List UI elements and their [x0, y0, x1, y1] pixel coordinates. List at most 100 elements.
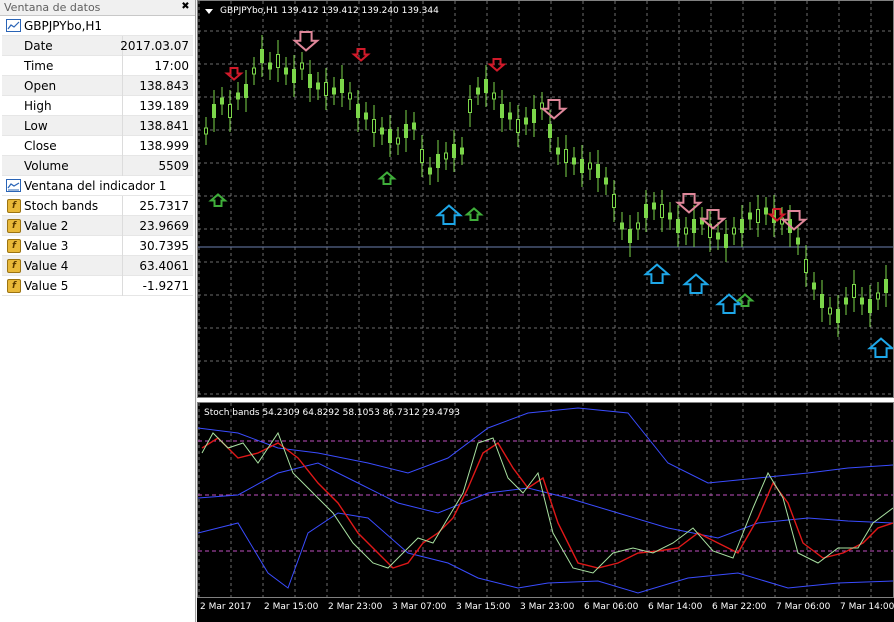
- candle-body: [628, 229, 632, 243]
- sell-arrow-icon: [699, 209, 727, 230]
- function-icon: f: [7, 239, 21, 253]
- candle-body: [412, 122, 416, 130]
- candle-body: [588, 162, 592, 170]
- sell-arrow-icon: [540, 99, 568, 120]
- candle-body: [644, 204, 648, 218]
- candle-body: [332, 87, 336, 95]
- indicator-caption: Stoch bands 54.2309 64.8292 58.1053 86.7…: [204, 408, 460, 418]
- buy-arrow-icon: [682, 273, 710, 294]
- time-axis-label: 3 Mar 15:00: [456, 602, 511, 612]
- function-icon: f: [7, 219, 21, 233]
- data-row-volume: Volume 5509: [2, 156, 193, 176]
- candle-body: [380, 127, 384, 135]
- candle-body: [460, 147, 464, 155]
- candle-body: [684, 227, 688, 235]
- candle-body: [220, 97, 224, 105]
- column-divider: [122, 236, 123, 256]
- candle-body: [612, 194, 616, 208]
- data-row-value: 138.999: [139, 139, 189, 153]
- candle-body: [724, 234, 728, 248]
- middle-band-line: [198, 462, 893, 539]
- indicator-row-label: Value 3: [24, 239, 69, 253]
- indicator-header-row[interactable]: Ventana del indicador 1: [2, 176, 193, 196]
- time-axis-label: 3 Mar 23:00: [520, 602, 575, 612]
- data-window-titlebar: Ventana de datos ✖: [0, 0, 195, 16]
- candle-body: [244, 84, 248, 98]
- indicator-row-label: Stoch bands: [24, 199, 99, 213]
- candle-body: [756, 209, 760, 223]
- data-row-low: Low 138.841: [2, 116, 193, 136]
- time-axis-label: 6 Mar 06:00: [584, 602, 639, 612]
- candle-body: [252, 67, 256, 75]
- indicator-row-stoch-bands: f Stoch bands 25.7317: [2, 196, 193, 216]
- candle-body: [860, 297, 864, 305]
- candle-body: [836, 309, 840, 323]
- lower-band-line: [198, 512, 893, 594]
- candle-body: [364, 112, 368, 120]
- chart-menu-triangle-icon[interactable]: [205, 9, 213, 14]
- candle-body: [652, 202, 656, 210]
- column-divider: [122, 256, 123, 276]
- candle-body: [428, 167, 432, 175]
- chart-window: GBPJPYbo,H1 139.412 139.412 139.240 139.…: [197, 0, 894, 622]
- candle-body: [524, 117, 528, 125]
- candle-body: [316, 82, 320, 90]
- data-row-label: Close: [24, 139, 57, 153]
- candle-body: [492, 92, 496, 100]
- candle-body: [228, 104, 232, 118]
- indicator-row-value-5: f Value 5 -1.9271: [2, 276, 193, 296]
- candle-body: [300, 62, 304, 70]
- time-axis-label: 2 Mar 2017: [200, 602, 252, 612]
- candle-body: [764, 207, 768, 215]
- candle-body: [868, 299, 872, 313]
- indicator-header-label: Ventana del indicador 1: [24, 179, 167, 193]
- price-chart-pane[interactable]: GBPJPYbo,H1 139.412 139.412 139.240 139.…: [197, 0, 894, 398]
- indicator-row-value: 63.4061: [139, 259, 189, 273]
- column-divider: [122, 276, 123, 296]
- function-icon: f: [7, 259, 21, 273]
- candle-body: [676, 219, 680, 233]
- data-row-value: 138.843: [139, 79, 189, 93]
- buy-arrow-icon: [715, 293, 743, 314]
- candle-body: [548, 124, 552, 138]
- column-divider: [122, 156, 123, 176]
- candle-body: [748, 212, 752, 220]
- column-divider: [122, 136, 123, 156]
- candle-body: [452, 144, 456, 158]
- stoch-signal-line: [201, 431, 893, 574]
- indicator-pane[interactable]: Stoch bands 54.2309 64.8292 58.1053 86.7…: [197, 402, 894, 598]
- candle-body: [604, 177, 608, 185]
- candle-body: [324, 82, 328, 96]
- column-divider: [122, 216, 123, 236]
- candle-body: [500, 104, 504, 118]
- symbol-header-row[interactable]: GBPJPYbo,H1: [2, 16, 193, 36]
- candle-body: [804, 259, 808, 273]
- candle-body: [852, 284, 856, 298]
- data-row-label: Volume: [24, 159, 69, 173]
- candle-body: [884, 279, 888, 293]
- data-window-table: GBPJPYbo,H1 Date 2017.03.07 Time 17:00 O…: [2, 16, 193, 296]
- candle-body: [732, 227, 736, 235]
- candle-body: [508, 112, 512, 120]
- column-divider: [122, 76, 123, 96]
- buy-arrow-icon: [435, 204, 463, 225]
- candle-body: [356, 104, 360, 118]
- candle-body: [844, 297, 848, 305]
- candle-body: [388, 129, 392, 143]
- buy-arrow-icon: [464, 207, 484, 221]
- candle-body: [636, 222, 640, 230]
- data-window-title: Ventana de datos: [4, 1, 101, 14]
- column-divider: [122, 196, 123, 216]
- candle-body: [204, 127, 208, 135]
- candle-body: [532, 109, 536, 123]
- price-chart-caption: GBPJPYbo,H1 139.412 139.412 139.240 139.…: [220, 6, 439, 16]
- candle-body: [236, 92, 240, 100]
- data-row-value: 5509: [158, 159, 189, 173]
- close-icon[interactable]: ✖: [179, 0, 192, 14]
- candle-body: [820, 294, 824, 308]
- candle-body: [484, 79, 488, 93]
- candle-body: [660, 204, 664, 218]
- indicator-row-value: 25.7317: [139, 199, 189, 213]
- indicator-row-value: -1.9271: [142, 279, 189, 293]
- candle-body: [692, 219, 696, 233]
